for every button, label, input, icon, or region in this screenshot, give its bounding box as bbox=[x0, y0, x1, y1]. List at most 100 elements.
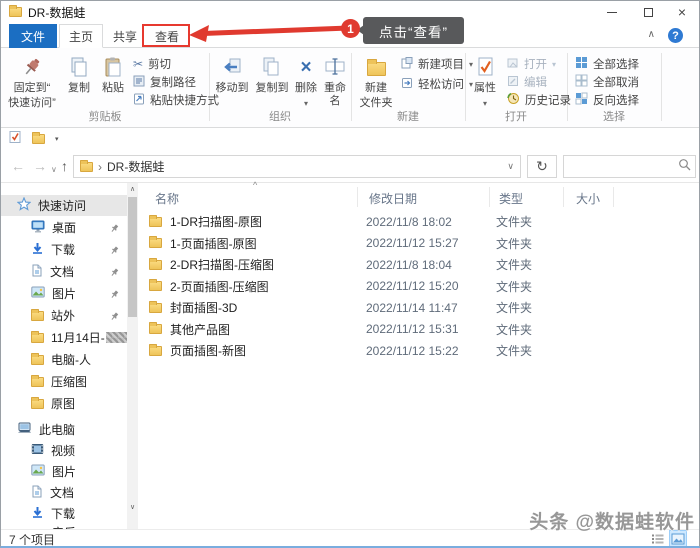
address-bar[interactable]: › DR-数据蛙 ∨ bbox=[73, 155, 521, 178]
sidebar-scrollbar[interactable]: ∧ ∨ bbox=[127, 183, 138, 529]
sidebar-item-label: 原图 bbox=[51, 395, 75, 412]
quick-access-toolbar: ▾ bbox=[1, 128, 699, 150]
invert-selection-icon bbox=[575, 92, 588, 108]
back-icon[interactable]: ← bbox=[11, 156, 25, 176]
sidebar-item-downloads-pc[interactable]: 下载 bbox=[1, 503, 127, 524]
tab-share[interactable]: 共享 bbox=[105, 24, 145, 48]
copy-path-button[interactable]: 复制路径 bbox=[133, 73, 196, 91]
file-row[interactable]: 2-页面插图-压缩图 2022/11/12 15:20 文件夹 bbox=[141, 276, 700, 297]
scroll-up-icon[interactable]: ∧ bbox=[127, 183, 138, 195]
column-header-name[interactable]: 名称 bbox=[155, 187, 179, 209]
qat-folder-icon[interactable] bbox=[32, 134, 45, 144]
tab-file[interactable]: 文件 bbox=[9, 24, 57, 48]
window-folder-icon bbox=[9, 7, 22, 17]
maximize-button[interactable] bbox=[631, 1, 665, 23]
download-icon bbox=[31, 506, 44, 522]
open-label: 打开 bbox=[524, 56, 547, 72]
cut-label: 剪切 bbox=[148, 56, 171, 72]
delete-button[interactable]: × 删除 ▾ bbox=[293, 52, 319, 110]
history-button[interactable]: 历史记录 bbox=[507, 91, 571, 109]
sidebar-item-documents[interactable]: 文档 bbox=[1, 261, 127, 282]
open-group-label: 打开 bbox=[465, 108, 567, 124]
pin-to-quick-access-button[interactable]: 固定到“ 快速访问” bbox=[5, 52, 59, 110]
move-to-button[interactable]: 移动到 bbox=[213, 52, 251, 95]
file-row[interactable]: 页面插图-新图 2022/11/12 15:22 文件夹 bbox=[141, 340, 700, 361]
tab-home[interactable]: 主页 bbox=[59, 24, 103, 48]
column-separator[interactable] bbox=[563, 187, 564, 207]
open-button[interactable]: 打开 ▾ bbox=[507, 55, 556, 73]
close-button[interactable]: × bbox=[665, 1, 699, 23]
new-folder-button[interactable]: 新建 文件夹 bbox=[355, 52, 397, 110]
properties-quick-icon[interactable] bbox=[8, 130, 22, 149]
annotation-tooltip: 点击“查看” bbox=[363, 17, 464, 44]
forward-icon[interactable]: → bbox=[33, 156, 47, 176]
copy-to-button[interactable]: 复制到 bbox=[253, 52, 291, 95]
file-row[interactable]: 封面插图-3D 2022/11/14 11:47 文件夹 bbox=[141, 297, 700, 318]
properties-button[interactable]: 属性 ▾ bbox=[469, 52, 501, 110]
copy-button[interactable]: 复制 bbox=[63, 52, 95, 95]
sidebar-item-folder[interactable]: 11月14日- bbox=[1, 327, 127, 348]
file-type: 文件夹 bbox=[496, 321, 591, 338]
group-divider bbox=[661, 53, 662, 121]
sidebar-item-videos[interactable]: 视频 bbox=[1, 440, 127, 461]
column-header-type[interactable]: 类型 bbox=[499, 187, 523, 209]
scrollbar-thumb[interactable] bbox=[128, 197, 137, 317]
file-name: 2-DR扫描图-压缩图 bbox=[170, 256, 274, 273]
select-group: 全部选择 全部取消 反向选择 选择 bbox=[567, 48, 661, 127]
edit-button[interactable]: 编辑 bbox=[507, 73, 547, 91]
scroll-down-icon[interactable]: ∨ bbox=[127, 501, 138, 513]
sidebar-item-pictures[interactable]: 图片 bbox=[1, 283, 127, 304]
sidebar-item-this-pc[interactable]: 此电脑 bbox=[1, 419, 127, 440]
new-item-button[interactable]: 新建项目 ▾ bbox=[401, 55, 473, 73]
address-dropdown-caret-icon[interactable]: ∨ bbox=[507, 161, 514, 172]
folder-icon bbox=[31, 333, 44, 343]
easy-access-button[interactable]: 轻松访问 ▾ bbox=[401, 75, 473, 93]
cut-button[interactable]: ✂ 剪切 bbox=[133, 55, 171, 73]
help-icon[interactable]: ? bbox=[668, 28, 683, 43]
sidebar-item-downloads[interactable]: 下载 bbox=[1, 239, 127, 260]
sidebar-item-quick-access[interactable]: 快速访问 bbox=[1, 195, 127, 216]
qat-customize-caret-icon[interactable]: ▾ bbox=[55, 135, 59, 143]
sidebar-item-documents-pc[interactable]: 文档 bbox=[1, 482, 127, 503]
column-separator[interactable] bbox=[357, 187, 358, 207]
column-header-size[interactable]: 大小 bbox=[576, 187, 600, 209]
sidebar-item-label: 视频 bbox=[51, 442, 75, 459]
copy-to-icon bbox=[261, 54, 283, 80]
paste-shortcut-button[interactable]: 粘贴快捷方式 bbox=[133, 91, 219, 109]
file-row[interactable]: 2-DR扫描图-压缩图 2022/11/8 18:04 文件夹 bbox=[141, 254, 700, 275]
recent-locations-caret-icon[interactable]: ∨ bbox=[51, 160, 57, 180]
collapse-ribbon-icon[interactable]: ∧ bbox=[648, 29, 655, 40]
sidebar-item-folder[interactable]: 原图 bbox=[1, 393, 127, 414]
sidebar-item-pictures-pc[interactable]: 图片 bbox=[1, 461, 127, 482]
rename-button[interactable]: 重命名 bbox=[319, 52, 351, 108]
sidebar-item-label: 压缩图 bbox=[51, 373, 87, 390]
pin-icon bbox=[110, 222, 119, 236]
breadcrumb-path: DR-数据蛙 bbox=[107, 158, 164, 175]
select-all-icon bbox=[575, 56, 588, 72]
file-row[interactable]: 1-DR扫描图-原图 2022/11/8 18:02 文件夹 bbox=[141, 211, 700, 232]
column-separator[interactable] bbox=[489, 187, 490, 207]
up-icon[interactable]: ↑ bbox=[61, 156, 68, 176]
sidebar-item-folder[interactable]: 站外 bbox=[1, 305, 127, 326]
sidebar-item-label: 文档 bbox=[50, 484, 74, 501]
minimize-button[interactable] bbox=[595, 1, 629, 23]
column-separator[interactable] bbox=[613, 187, 614, 207]
select-none-button[interactable]: 全部取消 bbox=[575, 73, 639, 91]
download-icon bbox=[31, 242, 44, 258]
paste-button[interactable]: 粘贴 bbox=[97, 52, 129, 95]
file-row[interactable]: 其他产品图 2022/11/12 15:31 文件夹 bbox=[141, 319, 700, 340]
refresh-button[interactable]: ↻ bbox=[527, 155, 557, 178]
sidebar-item-label: 桌面 bbox=[52, 219, 76, 236]
column-header-date[interactable]: 修改日期 bbox=[369, 187, 417, 209]
file-row[interactable]: 1-页面插图-原图 2022/11/12 15:27 文件夹 bbox=[141, 233, 700, 254]
search-input[interactable] bbox=[568, 160, 678, 174]
sidebar-item-desktop[interactable]: 桌面 bbox=[1, 217, 127, 238]
sidebar-item-folder[interactable]: 电脑-人 bbox=[1, 349, 127, 370]
invert-selection-button[interactable]: 反向选择 bbox=[575, 91, 639, 109]
desktop-icon bbox=[31, 220, 45, 236]
folder-icon bbox=[149, 346, 162, 356]
select-all-button[interactable]: 全部选择 bbox=[575, 55, 639, 73]
sidebar-item-folder[interactable]: 压缩图 bbox=[1, 371, 127, 392]
this-pc-icon bbox=[17, 422, 32, 438]
scissors-icon: ✂ bbox=[133, 57, 143, 71]
